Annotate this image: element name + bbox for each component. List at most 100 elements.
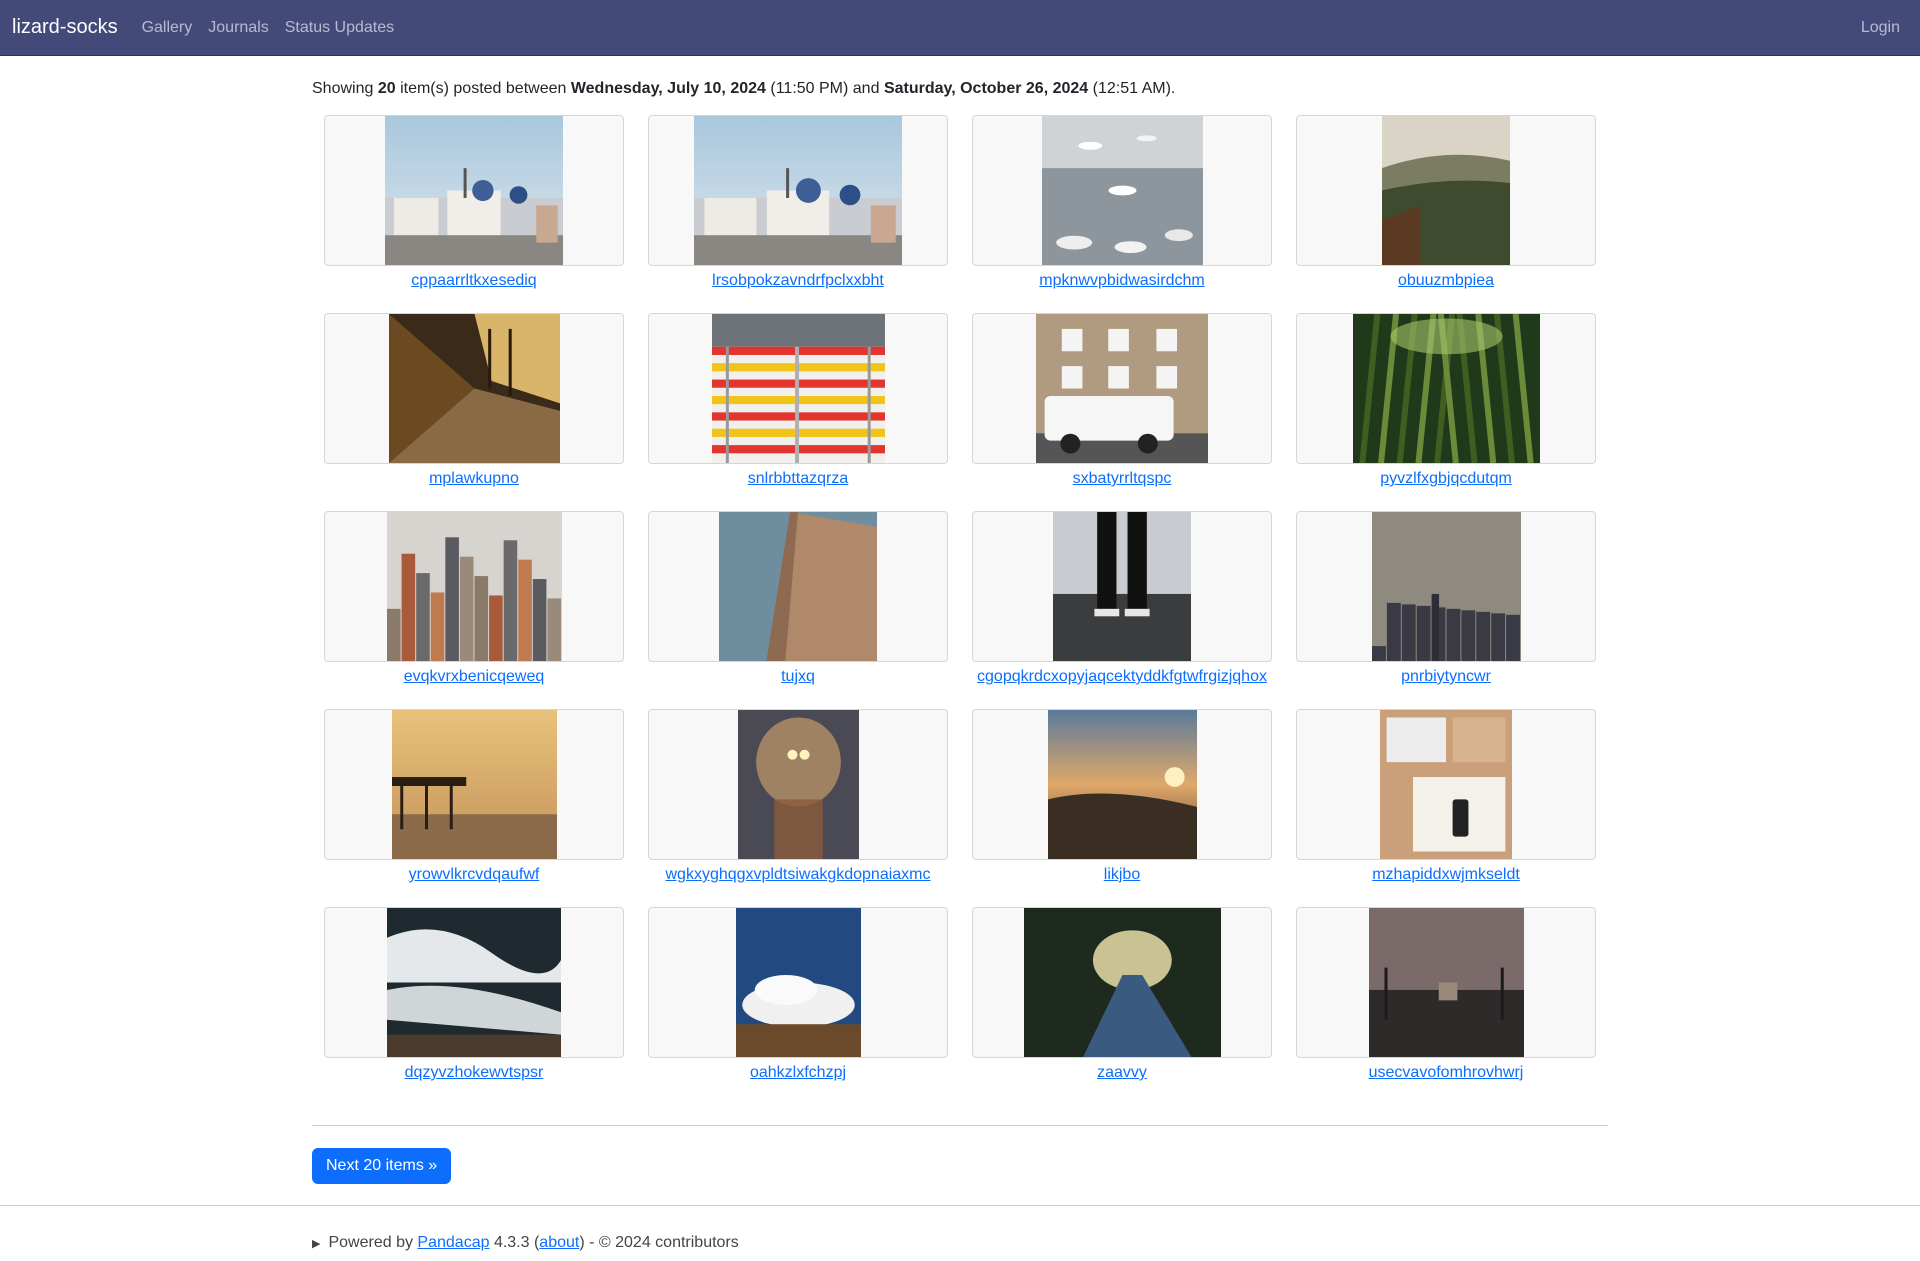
item-caption: dqzyvzhokewvtspsr <box>405 1062 544 1084</box>
item-count: 20 <box>377 80 396 97</box>
thumbnail-image[interactable] <box>1023 908 1221 1057</box>
thumbnail-image[interactable] <box>391 710 557 859</box>
thumbnail-frame <box>1296 709 1596 860</box>
item-caption: obuuzmbpiea <box>1398 270 1494 292</box>
thumbnail-frame <box>972 709 1272 860</box>
item-caption: wgkxyghqgxvpldtsiwakgkdopnaiaxmc <box>665 864 930 886</box>
thumbnail-frame <box>972 907 1272 1058</box>
end-date: Saturday, October 26, 2024 <box>883 80 1089 97</box>
nav-status-updates-link[interactable]: Status Updates <box>285 19 394 37</box>
gallery-item: oahkzlxfchzpj <box>648 907 948 1105</box>
thumbnail-image[interactable] <box>1368 908 1524 1057</box>
item-title-link[interactable]: mzhapiddxwjmkseldt <box>1372 866 1520 883</box>
item-title-link[interactable]: cppaarrltkxesediq <box>411 272 536 289</box>
thumbnail-image[interactable] <box>1036 314 1208 463</box>
gallery-item: zaavvy <box>972 907 1272 1105</box>
nav-gallery-link[interactable]: Gallery <box>142 19 193 37</box>
gallery-item: cppaarrltkxesediq <box>324 115 624 313</box>
item-title-link[interactable]: sxbatyrrltqspc <box>1073 470 1172 487</box>
gallery-item: obuuzmbpiea <box>1296 115 1596 313</box>
start-time: (11:50 PM) <box>770 80 849 97</box>
item-title-link[interactable]: usecvavofomhrovhwrj <box>1369 1064 1524 1081</box>
thumbnail-image[interactable] <box>1371 512 1521 661</box>
thumbnail-frame <box>972 115 1272 266</box>
footer-credits: ▶ Powered by Pandacap 4.3.3 (about) - © 2… <box>312 1234 739 1251</box>
gallery-item: evqkvrxbenicqeweq <box>324 511 624 709</box>
item-title-link[interactable]: lrsobpokzavndrfpclxxbht <box>712 272 884 289</box>
item-caption: pyvzlfxgbjqcdutqm <box>1380 468 1512 490</box>
item-title-link[interactable]: dqzyvzhokewvtspsr <box>405 1064 544 1081</box>
gallery-grid: cppaarrltkxesediq lrsobpokzavndrfpclxxbh… <box>324 115 1608 1105</box>
thumbnail-frame <box>972 313 1272 464</box>
pandacap-link[interactable]: Pandacap <box>417 1234 489 1251</box>
thumbnail-frame <box>324 709 624 860</box>
gallery-item: pyvzlfxgbjqcdutqm <box>1296 313 1596 511</box>
item-caption: cppaarrltkxesediq <box>411 270 536 292</box>
thumbnail-frame <box>1296 907 1596 1058</box>
item-caption: tujxq <box>781 666 815 688</box>
brand-link[interactable]: lizard-socks <box>12 16 118 39</box>
thumbnail-image[interactable] <box>385 116 563 265</box>
main-content: Showing 20 item(s) posted between Wednes… <box>312 56 1608 1184</box>
thumbnail-image[interactable] <box>1352 314 1540 463</box>
gallery-item: yrowvlkrcvdqaufwf <box>324 709 624 907</box>
item-title-link[interactable]: oahkzlxfchzpj <box>750 1064 846 1081</box>
item-caption: evqkvrxbenicqeweq <box>404 666 545 688</box>
gallery-item: lrsobpokzavndrfpclxxbht <box>648 115 948 313</box>
thumbnail-image[interactable] <box>719 512 877 661</box>
item-caption: yrowvlkrcvdqaufwf <box>409 864 540 886</box>
thumbnail-image[interactable] <box>737 710 859 859</box>
divider <box>312 1125 1608 1126</box>
expand-triangle-icon[interactable]: ▶ <box>312 1238 320 1250</box>
gallery-row: yrowvlkrcvdqaufwf wgkxyghqgxvpldtsiwakgk… <box>324 709 1608 907</box>
thumbnail-frame <box>324 511 624 662</box>
thumbnail-image[interactable] <box>387 908 561 1057</box>
item-title-link[interactable]: pyvzlfxgbjqcdutqm <box>1380 470 1512 487</box>
item-title-link[interactable]: pnrbiytyncwr <box>1401 668 1491 685</box>
gallery-row: evqkvrxbenicqeweq tujxq cgopqkrdcxopyjaq… <box>324 511 1608 709</box>
login-link[interactable]: Login <box>1861 19 1900 37</box>
about-link[interactable]: about <box>539 1234 579 1251</box>
thumbnail-image[interactable] <box>1047 710 1197 859</box>
item-title-link[interactable]: wgkxyghqgxvpldtsiwakgkdopnaiaxmc <box>665 866 930 883</box>
gallery-item: mplawkupno <box>324 313 624 511</box>
thumbnail-frame <box>324 115 624 266</box>
item-title-link[interactable]: snlrbbttazqrza <box>748 470 849 487</box>
start-date: Wednesday, July 10, 2024 <box>570 80 766 97</box>
gallery-item: likjbo <box>972 709 1272 907</box>
thumbnail-image[interactable] <box>735 908 861 1057</box>
item-caption: oahkzlxfchzpj <box>750 1062 846 1084</box>
end-time: (12:51 AM). <box>1092 80 1176 97</box>
gallery-item: wgkxyghqgxvpldtsiwakgkdopnaiaxmc <box>648 709 948 907</box>
gallery-row: dqzyvzhokewvtspsr oahkzlxfchzpj zaavvy u… <box>324 907 1608 1105</box>
next-page-button[interactable]: Next 20 items » <box>312 1148 452 1184</box>
item-caption: mpknwvpbidwasirdchm <box>1039 270 1204 292</box>
thumbnail-image[interactable] <box>1041 116 1203 265</box>
thumbnail-frame <box>648 511 948 662</box>
item-caption: sxbatyrrltqspc <box>1073 468 1172 490</box>
item-title-link[interactable]: mpknwvpbidwasirdchm <box>1039 272 1204 289</box>
thumbnail-image[interactable] <box>1382 116 1510 265</box>
item-title-link[interactable]: yrowvlkrcvdqaufwf <box>409 866 540 883</box>
item-title-link[interactable]: evqkvrxbenicqeweq <box>404 668 545 685</box>
thumbnail-image[interactable] <box>1380 710 1512 859</box>
item-title-link[interactable]: likjbo <box>1104 866 1140 883</box>
thumbnail-image[interactable] <box>386 512 562 661</box>
item-caption: cgopqkrdcxopyjaqcektyddkfgtwfrgizjqhox <box>977 666 1267 688</box>
thumbnail-frame <box>648 313 948 464</box>
thumbnail-image[interactable] <box>1053 512 1191 661</box>
item-title-link[interactable]: tujxq <box>781 668 815 685</box>
thumbnail-image[interactable] <box>388 314 560 463</box>
gallery-item: tujxq <box>648 511 948 709</box>
item-title-link[interactable]: zaavvy <box>1097 1064 1147 1081</box>
item-title-link[interactable]: cgopqkrdcxopyjaqcektyddkfgtwfrgizjqhox <box>977 668 1267 685</box>
results-summary: Showing 20 item(s) posted between Wednes… <box>312 80 1176 97</box>
nav-journals-link[interactable]: Journals <box>208 19 268 37</box>
thumbnail-image[interactable] <box>694 116 902 265</box>
item-caption: snlrbbttazqrza <box>748 468 849 490</box>
item-title-link[interactable]: mplawkupno <box>429 470 519 487</box>
top-navbar: lizard-socks Gallery Journals Status Upd… <box>0 0 1920 56</box>
thumbnail-image[interactable] <box>711 314 885 463</box>
gallery-item: mzhapiddxwjmkseldt <box>1296 709 1596 907</box>
item-title-link[interactable]: obuuzmbpiea <box>1398 272 1494 289</box>
